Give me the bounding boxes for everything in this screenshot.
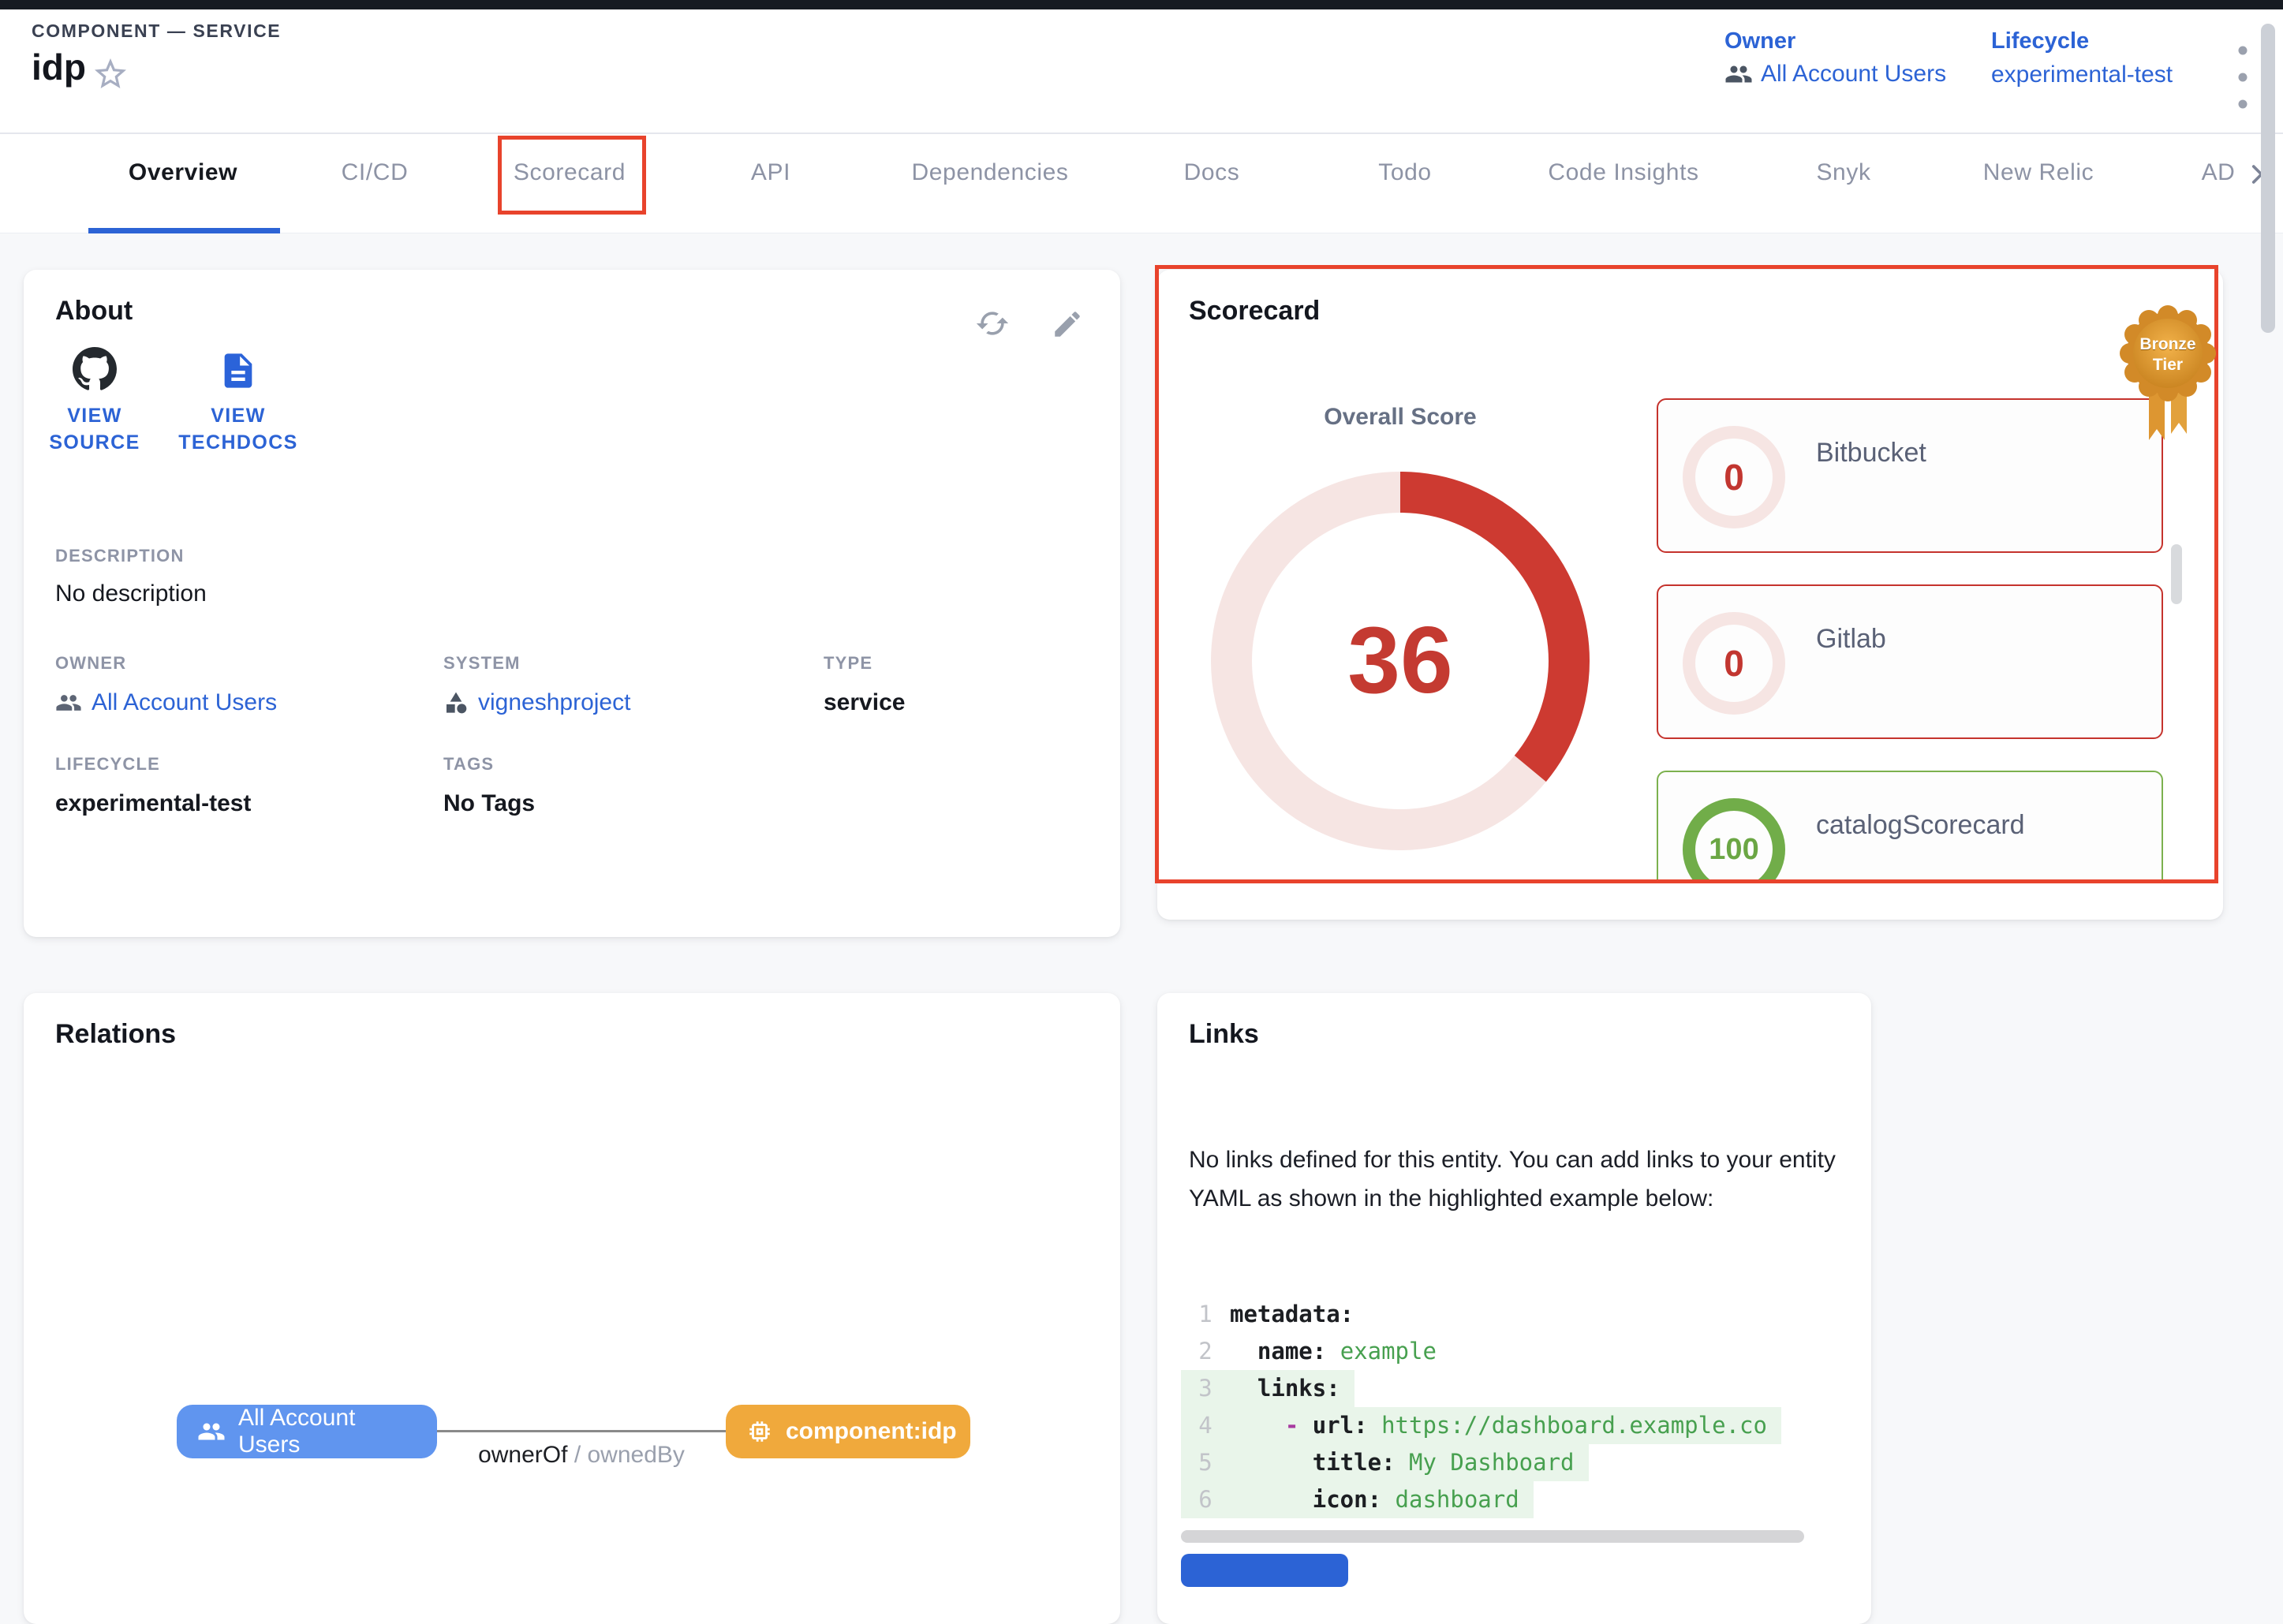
people-icon — [197, 1417, 226, 1446]
breadcrumb: COMPONENT — SERVICE — [32, 21, 281, 42]
code-line-5: 5 title: My Dashboard — [1181, 1444, 1589, 1481]
people-icon — [1724, 60, 1753, 88]
line-number: 4 — [1181, 1407, 1230, 1444]
about-title: About — [55, 296, 133, 327]
view-techdocs-button[interactable]: VIEW TECHDOCS — [167, 350, 309, 456]
star-outline-icon[interactable] — [92, 55, 129, 93]
about-field-label-owner: OWNER — [55, 653, 126, 674]
yaml-code-block: 1metadata:2 name: example3 links:4 - url… — [1181, 1296, 1853, 1523]
line-number: 2 — [1181, 1333, 1230, 1370]
view-source-button[interactable]: VIEW SOURCE — [35, 347, 155, 456]
about-field-value-type: service — [824, 689, 905, 716]
code-line-3: 3 links: — [1181, 1370, 1354, 1407]
relation-node-component[interactable]: component:idp — [726, 1405, 970, 1458]
header-divider — [0, 133, 2283, 134]
header-band — [0, 9, 2283, 233]
tab-todo[interactable]: Todo — [1378, 159, 1431, 186]
tab-dependencies[interactable]: Dependencies — [911, 159, 1068, 186]
owner-value: All Account Users — [1761, 61, 1946, 88]
tab-docs[interactable]: Docs — [1184, 159, 1240, 186]
about-field-value-tags: No Tags — [443, 790, 535, 817]
code-line-1: 1metadata: — [1181, 1296, 1368, 1333]
refresh-icon[interactable] — [975, 306, 1010, 341]
tab-new-relic[interactable]: New Relic — [1983, 159, 2094, 186]
line-number: 6 — [1181, 1481, 1230, 1518]
lifecycle-value: experimental-test — [1991, 62, 2173, 88]
category-icon — [443, 690, 469, 715]
about-field-label-lifecycle: LIFECYCLE — [55, 754, 160, 775]
code-line-2: 2 name: example — [1181, 1333, 1451, 1370]
relation-node-owner[interactable]: All Account Users — [177, 1405, 437, 1458]
tab-code-insights[interactable]: Code Insights — [1548, 159, 1698, 186]
owner-link[interactable]: All Account Users — [1724, 60, 1946, 88]
active-tab-indicator — [88, 228, 280, 233]
annotation-scorecard-card — [1155, 265, 2218, 883]
tab-ad[interactable]: AD — [2202, 159, 2236, 186]
about-field-value-lifecycle: experimental-test — [55, 790, 251, 817]
relations-card — [24, 993, 1120, 1624]
code-horizontal-scrollbar[interactable] — [1181, 1530, 1804, 1543]
about-field-label-tags: TAGS — [443, 754, 494, 775]
svg-text:Bronze: Bronze — [2139, 335, 2195, 353]
page-scrollbar[interactable] — [2261, 24, 2275, 333]
checks-scrollbar[interactable] — [2171, 544, 2182, 604]
bronze-medal-ribbon-icon: Bronze Bronze Tier — [2113, 304, 2223, 454]
page-title: idp — [32, 46, 86, 88]
kebab-menu-icon[interactable] — [2233, 41, 2253, 117]
tab-ci-cd[interactable]: CI/CD — [342, 159, 409, 186]
relations-title: Relations — [55, 1019, 176, 1050]
chip-icon — [746, 1418, 773, 1445]
view-techdocs-label: VIEW — [211, 405, 266, 427]
description-label: DESCRIPTION — [55, 546, 185, 566]
svg-text:Tier: Tier — [2153, 356, 2183, 374]
document-icon — [218, 350, 259, 391]
owner-label: Owner — [1724, 28, 1795, 54]
lifecycle-label: Lifecycle — [1991, 28, 2089, 54]
code-line-4: 4 - url: https://dashboard.example.co — [1181, 1407, 1781, 1444]
relation-owner-label: All Account Users — [238, 1405, 417, 1458]
code-line-6: 6 icon: dashboard — [1181, 1481, 1534, 1518]
links-title: Links — [1189, 1019, 1259, 1050]
about-field-label-type: TYPE — [824, 653, 872, 674]
links-empty-message: No links defined for this entity. You ca… — [1189, 1141, 1845, 1218]
description-value: No description — [55, 581, 207, 607]
view-source-label: VIEW — [67, 405, 122, 427]
github-icon — [73, 347, 117, 391]
people-icon — [55, 689, 82, 716]
about-field-label-system: SYSTEM — [443, 653, 521, 674]
annotation-scorecard-tab — [498, 136, 646, 215]
about-field-value-system[interactable]: vigneshproject — [443, 689, 630, 716]
about-field-value-owner[interactable]: All Account Users — [55, 689, 277, 716]
links-action-button[interactable] — [1181, 1554, 1348, 1587]
tab-overview[interactable]: Overview — [129, 159, 237, 186]
relation-component-label: component:idp — [786, 1418, 957, 1445]
line-number: 1 — [1181, 1296, 1230, 1333]
top-system-bar — [0, 0, 2283, 9]
line-number: 5 — [1181, 1444, 1230, 1481]
edit-pencil-icon[interactable] — [1051, 308, 1085, 342]
line-number: 3 — [1181, 1370, 1230, 1407]
relation-edge-label: ownerOf / ownedBy — [426, 1442, 737, 1469]
relation-edge-line — [437, 1430, 726, 1432]
tab-api[interactable]: API — [751, 159, 790, 186]
tab-snyk[interactable]: Snyk — [1816, 159, 1870, 186]
